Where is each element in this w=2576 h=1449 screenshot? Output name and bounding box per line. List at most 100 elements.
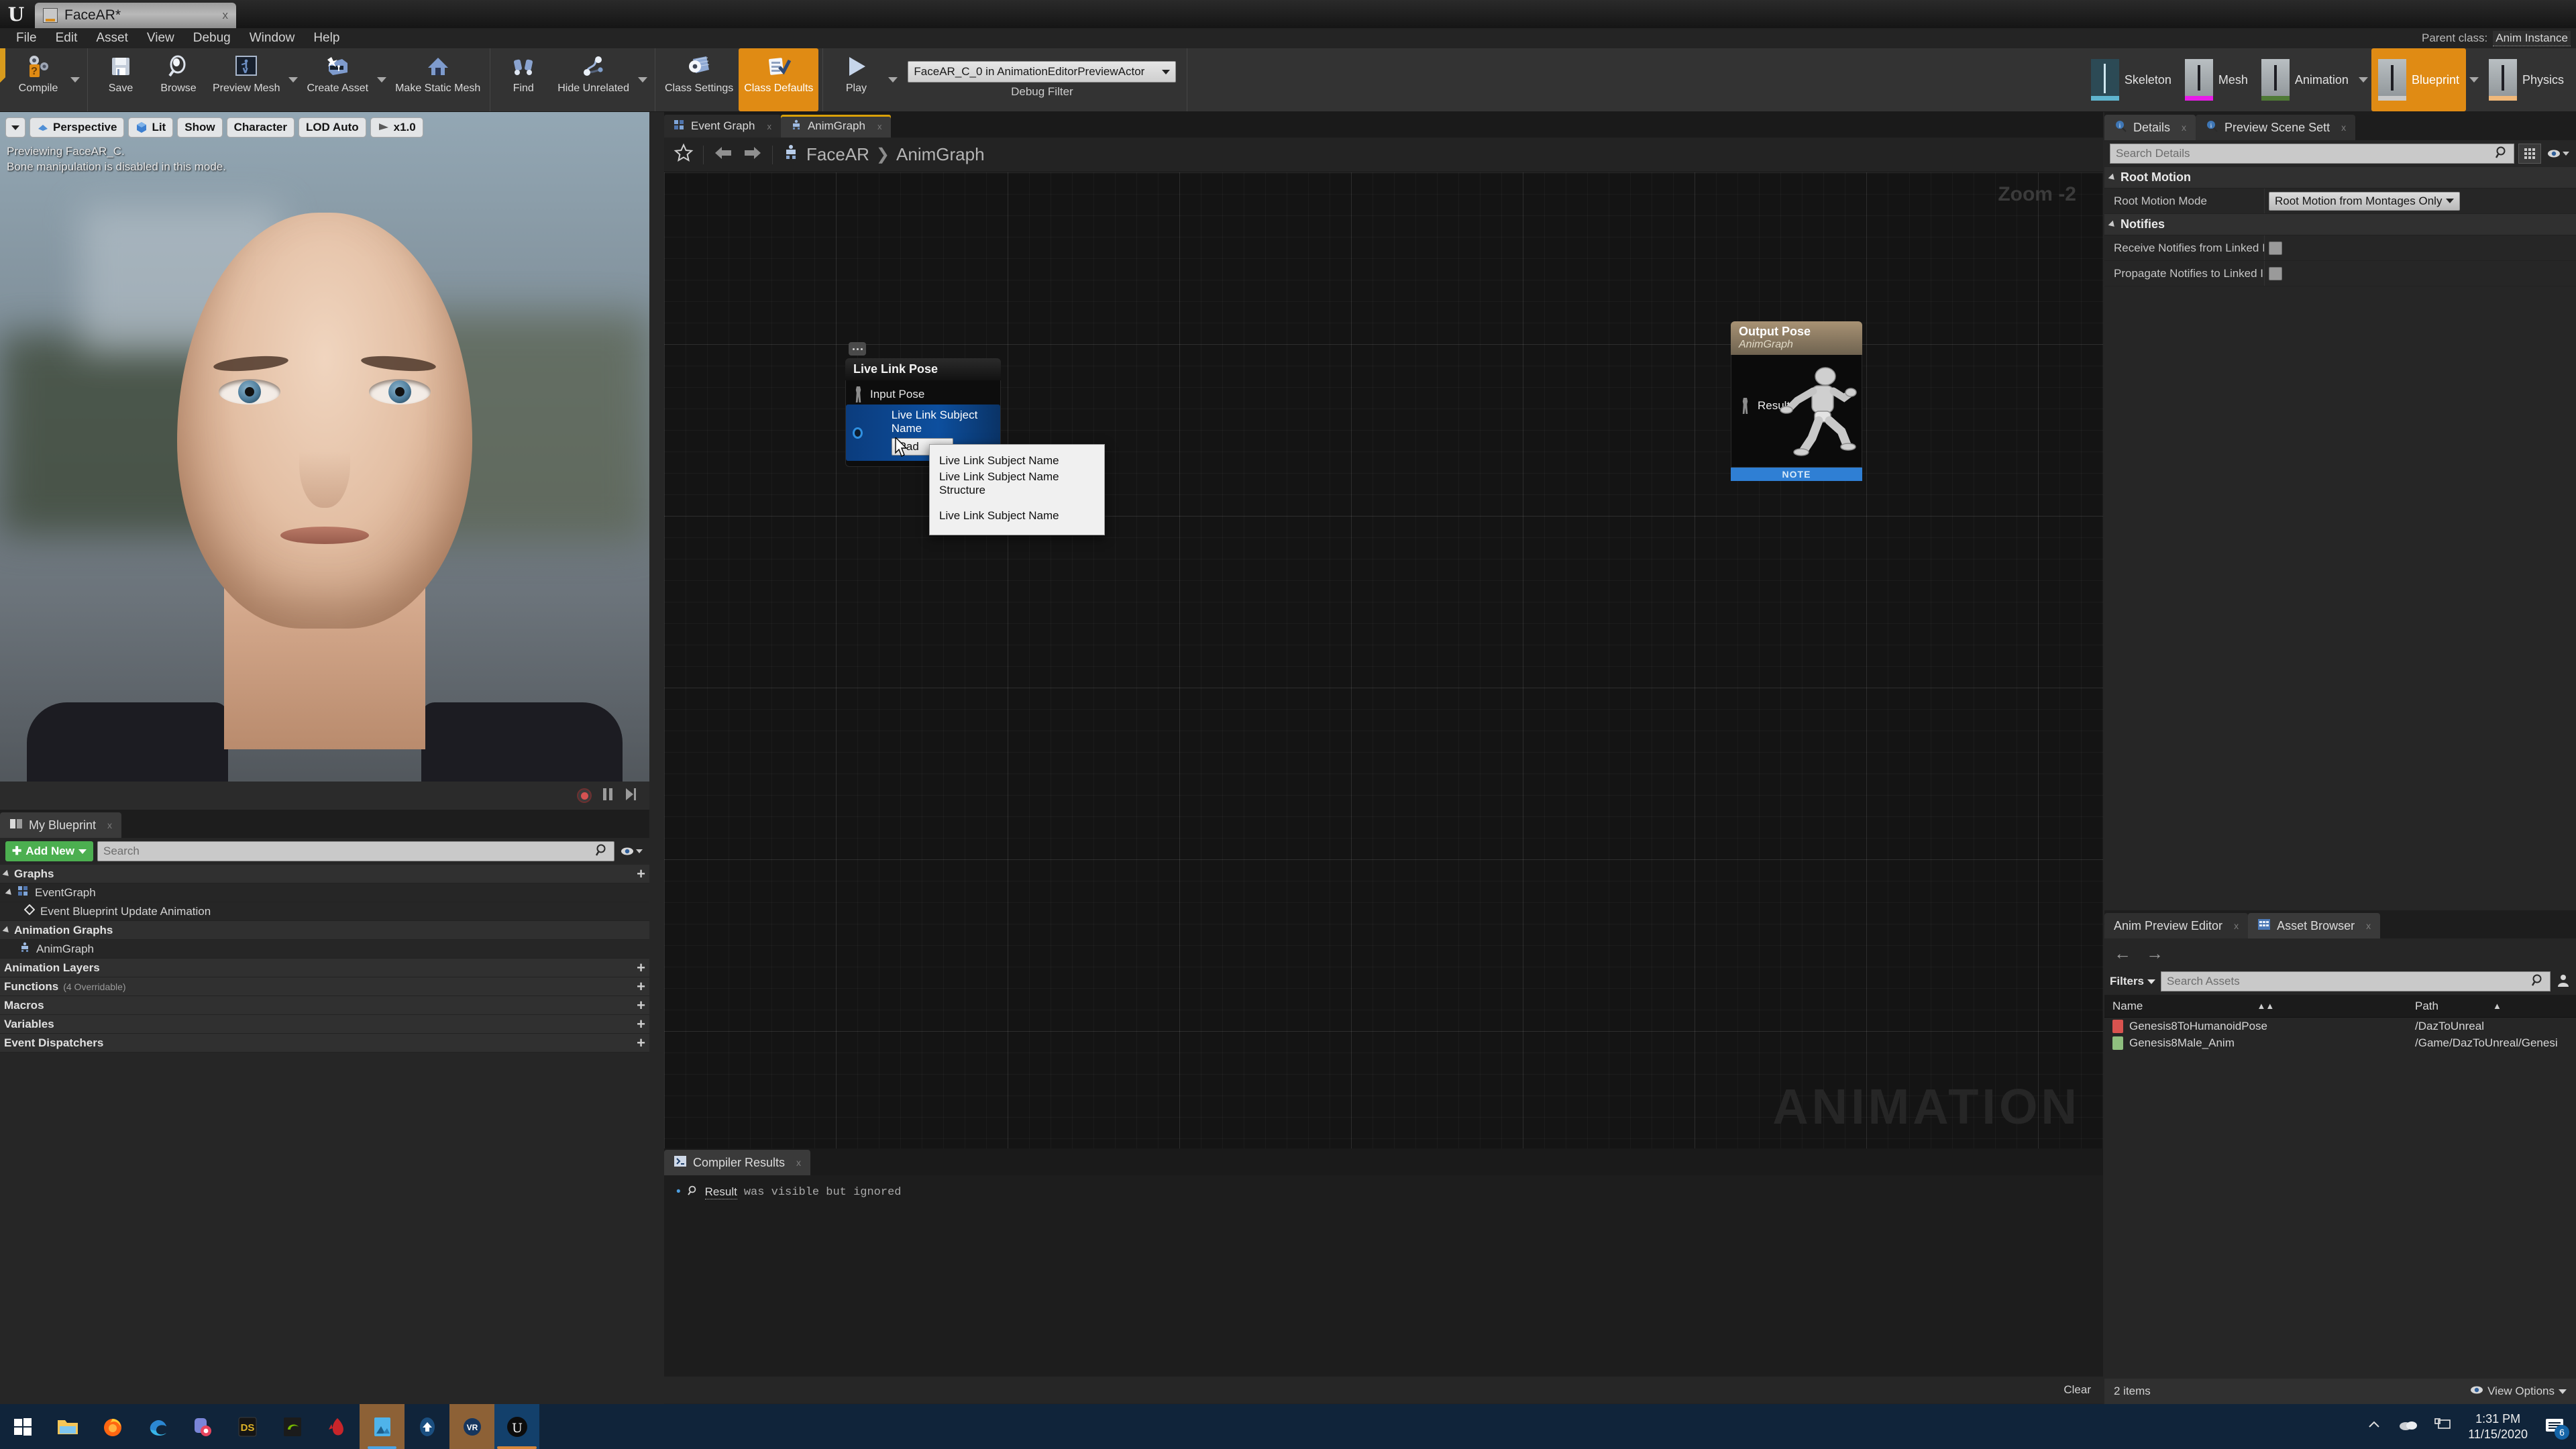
add-function-button[interactable]: + — [637, 979, 645, 994]
play-button[interactable]: Play — [827, 48, 885, 111]
close-icon[interactable]: x — [223, 9, 229, 22]
preview-mesh-button[interactable]: Preview Mesh — [207, 48, 285, 111]
discord-icon[interactable] — [180, 1404, 225, 1449]
pin-input-pose[interactable]: Input Pose — [846, 384, 1000, 405]
play-caret-icon[interactable] — [885, 48, 901, 111]
unreal-engine-taskbar-icon[interactable]: U — [494, 1404, 539, 1449]
my-blueprint-search-input[interactable]: Search — [97, 841, 614, 861]
debug-filter-combo[interactable]: FaceAR_C_0 in AnimationEditorPreviewActo… — [908, 61, 1177, 83]
taskbar-clock[interactable]: 1:31 PM 11/15/2020 — [2468, 1411, 2528, 1442]
details-search-input[interactable]: Search Details — [2110, 144, 2514, 164]
tab-event-graph[interactable]: Event Graph x — [664, 115, 781, 138]
asset-browser-back-icon[interactable]: ← — [2114, 943, 2131, 964]
class-settings-button[interactable]: Class Settings — [659, 48, 739, 111]
close-icon[interactable]: x — [107, 820, 112, 830]
details-grid-view-button[interactable] — [2518, 144, 2541, 164]
asset-browser-forward-icon[interactable]: → — [2146, 943, 2163, 964]
mode-animation[interactable]: Animation — [2255, 48, 2355, 111]
notification-center-button[interactable]: 6 — [2544, 1417, 2569, 1440]
clear-button[interactable]: Clear — [2063, 1383, 2091, 1397]
viewport-lod-button[interactable]: LOD Auto — [298, 117, 366, 138]
breadcrumb-root[interactable]: FaceAR — [806, 144, 869, 165]
section-graphs[interactable]: Graphs + — [0, 865, 649, 883]
add-macro-button[interactable]: + — [637, 998, 645, 1013]
comment-bubble-icon[interactable] — [849, 342, 866, 356]
animation-mode-caret-icon[interactable] — [2355, 48, 2371, 111]
viewport-show-button[interactable]: Show — [177, 117, 223, 138]
back-arrow-icon[interactable] — [713, 144, 733, 165]
daz-studio-icon[interactable]: DS — [225, 1404, 270, 1449]
file-explorer-icon[interactable] — [45, 1404, 90, 1449]
add-event-dispatcher-button[interactable]: + — [637, 1035, 645, 1051]
viewport-playspeed-button[interactable]: x1.0 — [370, 117, 423, 138]
column-header-name[interactable]: Name ▲▲ — [2104, 1000, 2410, 1013]
table-row[interactable]: Genesis8Male_Anim /Game/DazToUnreal/Gene… — [2104, 1034, 2576, 1051]
hide-unrelated-caret-icon[interactable] — [635, 48, 651, 111]
forward-arrow-icon[interactable] — [743, 144, 763, 165]
live-link-subject-dropdown[interactable]: Live Link Subject Name Live Link Subject… — [929, 444, 1105, 535]
section-functions[interactable]: Functions (4 Overridable) + — [0, 977, 649, 996]
blueprint-mode-caret-icon[interactable] — [2466, 48, 2482, 111]
dropdown-item-live-link-subject-name-2[interactable]: Live Link Subject Name — [930, 508, 1104, 524]
column-header-path[interactable]: Path ▲ — [2410, 1000, 2576, 1013]
create-asset-caret-icon[interactable] — [374, 48, 390, 111]
list-item-event-blueprint-update-animation[interactable]: Event Blueprint Update Animation — [0, 902, 649, 921]
tab-preview-scene-settings[interactable]: i Preview Scene Sett x — [2196, 115, 2356, 140]
add-graph-button[interactable]: + — [637, 866, 645, 881]
details-category-root-motion[interactable]: Root Motion — [2104, 167, 2576, 189]
parent-class-value[interactable]: Anim Instance — [2493, 30, 2571, 46]
menu-item-window[interactable]: Window — [240, 30, 305, 47]
root-motion-mode-combo[interactable]: Root Motion from Montages Only — [2269, 191, 2461, 211]
receive-notifies-checkbox[interactable] — [2269, 241, 2282, 255]
compile-dropdown-caret-icon[interactable] — [67, 48, 83, 111]
section-variables[interactable]: Variables + — [0, 1015, 649, 1034]
list-item-eventgraph[interactable]: EventGraph — [0, 883, 649, 902]
node-output-pose[interactable]: Output Pose AnimGraph Result NOTE — [1731, 321, 1862, 481]
krita-icon[interactable] — [315, 1404, 360, 1449]
onedrive-icon[interactable] — [2398, 1418, 2418, 1435]
details-category-notifies[interactable]: Notifies — [2104, 214, 2576, 235]
viewport-options-button[interactable] — [5, 117, 25, 138]
compiler-result-link[interactable]: Result — [704, 1185, 737, 1199]
start-button[interactable] — [0, 1404, 45, 1449]
preview-viewport[interactable]: Perspective Lit Show Character LOD Auto — [0, 112, 649, 810]
create-asset-button[interactable]: Create Asset — [301, 48, 374, 111]
menu-item-asset[interactable]: Asset — [87, 30, 138, 47]
section-event-dispatchers[interactable]: Event Dispatchers + — [0, 1034, 649, 1053]
bookmark-star-icon[interactable] — [674, 143, 694, 166]
asset-search-input[interactable]: Search Assets — [2161, 971, 2551, 991]
mode-skeleton[interactable]: Skeleton — [2084, 48, 2178, 111]
propagate-notifies-checkbox[interactable] — [2269, 266, 2282, 280]
breadcrumb-leaf[interactable]: AnimGraph — [896, 144, 985, 165]
hide-unrelated-button[interactable]: Hide Unrelated — [552, 48, 635, 111]
class-defaults-button[interactable]: Class Defaults — [739, 48, 819, 111]
viewport-lit-button[interactable]: Lit — [128, 117, 174, 138]
record-button[interactable] — [577, 788, 592, 803]
viewport-perspective-button[interactable]: Perspective — [30, 117, 125, 138]
compile-button[interactable]: ? Compile — [9, 48, 67, 111]
browse-button[interactable]: Browse — [150, 48, 207, 111]
network-icon[interactable] — [2434, 1417, 2452, 1436]
save-button[interactable]: Save — [92, 48, 150, 111]
menu-item-debug[interactable]: Debug — [184, 30, 240, 47]
section-animation-layers[interactable]: Animation Layers + — [0, 959, 649, 977]
tab-my-blueprint[interactable]: My Blueprint x — [0, 812, 122, 838]
step-forward-button[interactable] — [624, 787, 637, 805]
dropdown-item-live-link-subject-name[interactable]: Live Link Subject Name — [930, 453, 1104, 469]
viewport-character-button[interactable]: Character — [226, 117, 294, 138]
section-macros[interactable]: Macros + — [0, 996, 649, 1015]
graph-canvas[interactable]: Zoom -2 ANIMATION Live Link Pose Input P… — [664, 172, 2103, 1148]
menu-item-edit[interactable]: Edit — [46, 30, 87, 47]
home-app-icon[interactable] — [405, 1404, 449, 1449]
tray-expand-icon[interactable] — [2366, 1419, 2382, 1434]
vr-app-icon[interactable]: VR — [449, 1404, 494, 1449]
section-animation-graphs[interactable]: Animation Graphs — [0, 921, 649, 940]
mode-blueprint[interactable]: Blueprint — [2371, 48, 2466, 111]
my-blueprint-view-options-button[interactable] — [619, 841, 644, 861]
add-variable-button[interactable]: + — [637, 1016, 645, 1032]
tab-compiler-results[interactable]: Compiler Results x — [664, 1150, 811, 1175]
close-icon[interactable]: x — [2341, 122, 2346, 133]
tab-details[interactable]: i Details x — [2104, 115, 2196, 140]
firefox-icon[interactable] — [90, 1404, 135, 1449]
make-static-mesh-button[interactable]: Make Static Mesh — [390, 48, 486, 111]
